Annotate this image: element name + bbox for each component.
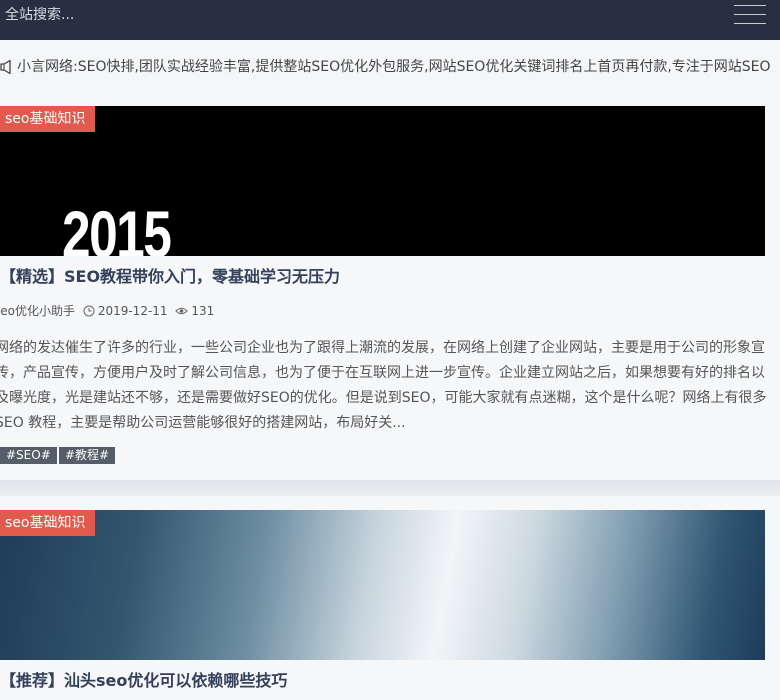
- post-card: seo基础知识 【推荐】汕头seo优化可以依赖哪些技巧: [0, 496, 780, 700]
- post-author[interactable]: seo优化小助手: [0, 304, 75, 318]
- thumbnail-caption: 2015: [62, 197, 172, 256]
- announcement-text[interactable]: 小言网络:SEO快排,团队实战经验丰富,提供整站SEO优化外包服务,网站SEO优…: [17, 58, 771, 76]
- post-card: 2015 seo基础知识 【精选】SEO教程带你入门，零基础学习无压力 seo优…: [0, 92, 780, 480]
- site-search-input[interactable]: 全站搜索...: [5, 6, 74, 24]
- post-thumbnail[interactable]: [0, 510, 765, 660]
- card-divider: [0, 480, 780, 496]
- post-thumbnail[interactable]: 2015: [0, 106, 765, 256]
- tag-tutorial[interactable]: #教程#: [59, 447, 116, 464]
- post-excerpt: 网络的发达催生了许多的行业，一些公司企业也为了跟得上潮流的发展，在网络上创建了企…: [0, 340, 767, 431]
- post-title[interactable]: 【推荐】汕头seo优化可以依赖哪些技巧: [0, 671, 287, 691]
- eye-icon: [175, 307, 189, 315]
- clock-icon: [83, 305, 95, 317]
- megaphone-icon: [0, 59, 11, 75]
- post-title[interactable]: 【精选】SEO教程带你入门，零基础学习无压力: [0, 267, 340, 287]
- announcement-bar: 小言网络:SEO快排,团队实战经验丰富,提供整站SEO优化外包服务,网站SEO优…: [0, 40, 780, 92]
- category-badge[interactable]: seo基础知识: [0, 106, 96, 132]
- post-views: 131: [191, 304, 215, 318]
- post-date: 2019-12-11: [97, 304, 168, 318]
- top-header: 全站搜索...: [0, 0, 780, 40]
- category-badge[interactable]: seo基础知识: [0, 510, 96, 536]
- hamburger-menu-icon[interactable]: [734, 5, 766, 25]
- post-meta: seo优化小助手 2019-12-11 131: [0, 303, 214, 319]
- tag-seo[interactable]: #SEO#: [0, 447, 57, 464]
